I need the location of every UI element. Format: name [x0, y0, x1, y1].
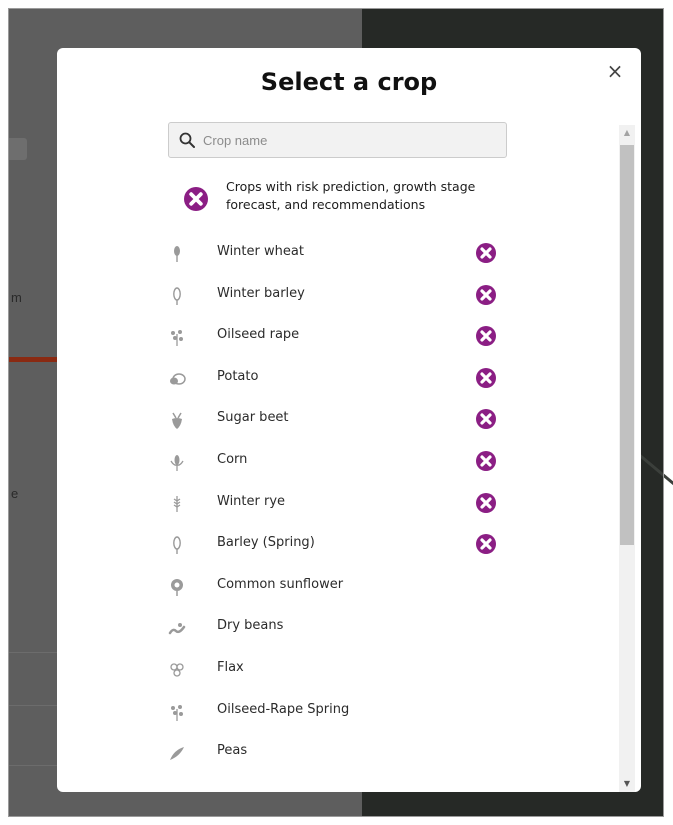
risk-prediction-badge-icon	[476, 326, 496, 347]
crop-search-input[interactable]	[203, 132, 506, 148]
crop-list-item[interactable]: Common sunflower	[165, 567, 505, 609]
risk-prediction-badge-icon	[476, 492, 496, 513]
crop-label: Common sunflower	[217, 576, 344, 592]
crop-list-item[interactable]: Peas	[165, 733, 505, 775]
potato-icon	[170, 373, 186, 385]
peas-icon	[170, 747, 184, 761]
risk-prediction-badge-icon	[476, 284, 496, 305]
crop-label: Potato	[217, 368, 259, 384]
crop-label: Oilseed rape	[217, 327, 300, 343]
crop-list-item[interactable]: Potato	[165, 359, 505, 401]
oilseed-rape-icon	[171, 330, 183, 347]
crop-list-item[interactable]: Barley (Spring)	[165, 525, 505, 567]
background-control	[9, 138, 27, 160]
crop-list-item[interactable]: Oilseed-Rape Spring	[165, 692, 505, 734]
crop-search-box[interactable]	[168, 122, 507, 158]
oilseed-rape-icon	[171, 704, 183, 721]
background-edge-text: e	[11, 486, 19, 501]
crop-label: Corn	[217, 451, 248, 467]
crop-list-item[interactable]: Oilseed rape	[165, 317, 505, 359]
sugar-beet-icon	[172, 412, 182, 430]
beans-icon	[168, 623, 186, 635]
search-icon	[179, 132, 195, 148]
crop-list-item[interactable]: Winter barley	[165, 276, 505, 318]
crop-list: Winter wheat Winter barley Oilseed rape Pot…	[165, 234, 505, 775]
background-divider	[9, 705, 59, 706]
feature-legend: Crops with risk prediction, growth stage…	[183, 178, 503, 214]
crop-label: Winter barley	[217, 285, 305, 301]
crop-label: Dry beans	[217, 618, 284, 634]
crop-label: Barley (Spring)	[217, 535, 315, 551]
risk-prediction-badge-icon	[476, 534, 496, 555]
background-divider	[9, 765, 59, 766]
crop-list-item[interactable]: Winter rye	[165, 484, 505, 526]
risk-prediction-badge-icon	[476, 243, 496, 263]
scrollbar-thumb[interactable]	[620, 145, 634, 545]
crop-label: Peas	[217, 743, 248, 759]
crop-label: Winter wheat	[217, 244, 304, 259]
scrollbar[interactable]: ▲ ▼	[619, 125, 635, 792]
corn-icon	[170, 454, 184, 471]
risk-prediction-badge-icon	[476, 409, 496, 430]
crop-list-item[interactable]: Corn	[165, 442, 505, 484]
risk-prediction-badge-icon	[476, 367, 496, 388]
background-edge-text: m	[11, 290, 22, 305]
barley-icon	[173, 286, 181, 305]
background-accent-bar	[9, 357, 59, 362]
flax-icon	[170, 663, 184, 677]
rye-icon	[173, 495, 181, 512]
crop-label: Sugar beet	[217, 410, 289, 426]
barley-icon	[173, 536, 181, 555]
crop-label: Winter rye	[217, 493, 286, 509]
scroll-down-arrow-icon[interactable]: ▼	[619, 776, 635, 792]
risk-prediction-badge-icon	[184, 187, 208, 211]
crop-list-item[interactable]: Sugar beet	[165, 400, 505, 442]
crop-list-item[interactable]: Dry beans	[165, 608, 505, 650]
scroll-up-arrow-icon[interactable]: ▲	[619, 125, 635, 141]
legend-text: Crops with risk prediction, growth stage…	[226, 179, 476, 212]
risk-prediction-badge-icon	[476, 450, 496, 471]
crop-list-item[interactable]: Winter wheat	[165, 234, 505, 276]
dialog-title: Select a crop	[260, 68, 438, 96]
crop-label: Flax	[217, 659, 244, 675]
crop-list-item[interactable]: Flax	[165, 650, 505, 692]
background-divider	[9, 652, 59, 653]
crop-label: Oilseed-Rape Spring	[217, 701, 350, 717]
sunflower-icon	[171, 578, 183, 596]
wheat-icon	[174, 246, 180, 262]
select-crop-dialog: × Select a crop Crops with risk predicti…	[57, 48, 641, 792]
